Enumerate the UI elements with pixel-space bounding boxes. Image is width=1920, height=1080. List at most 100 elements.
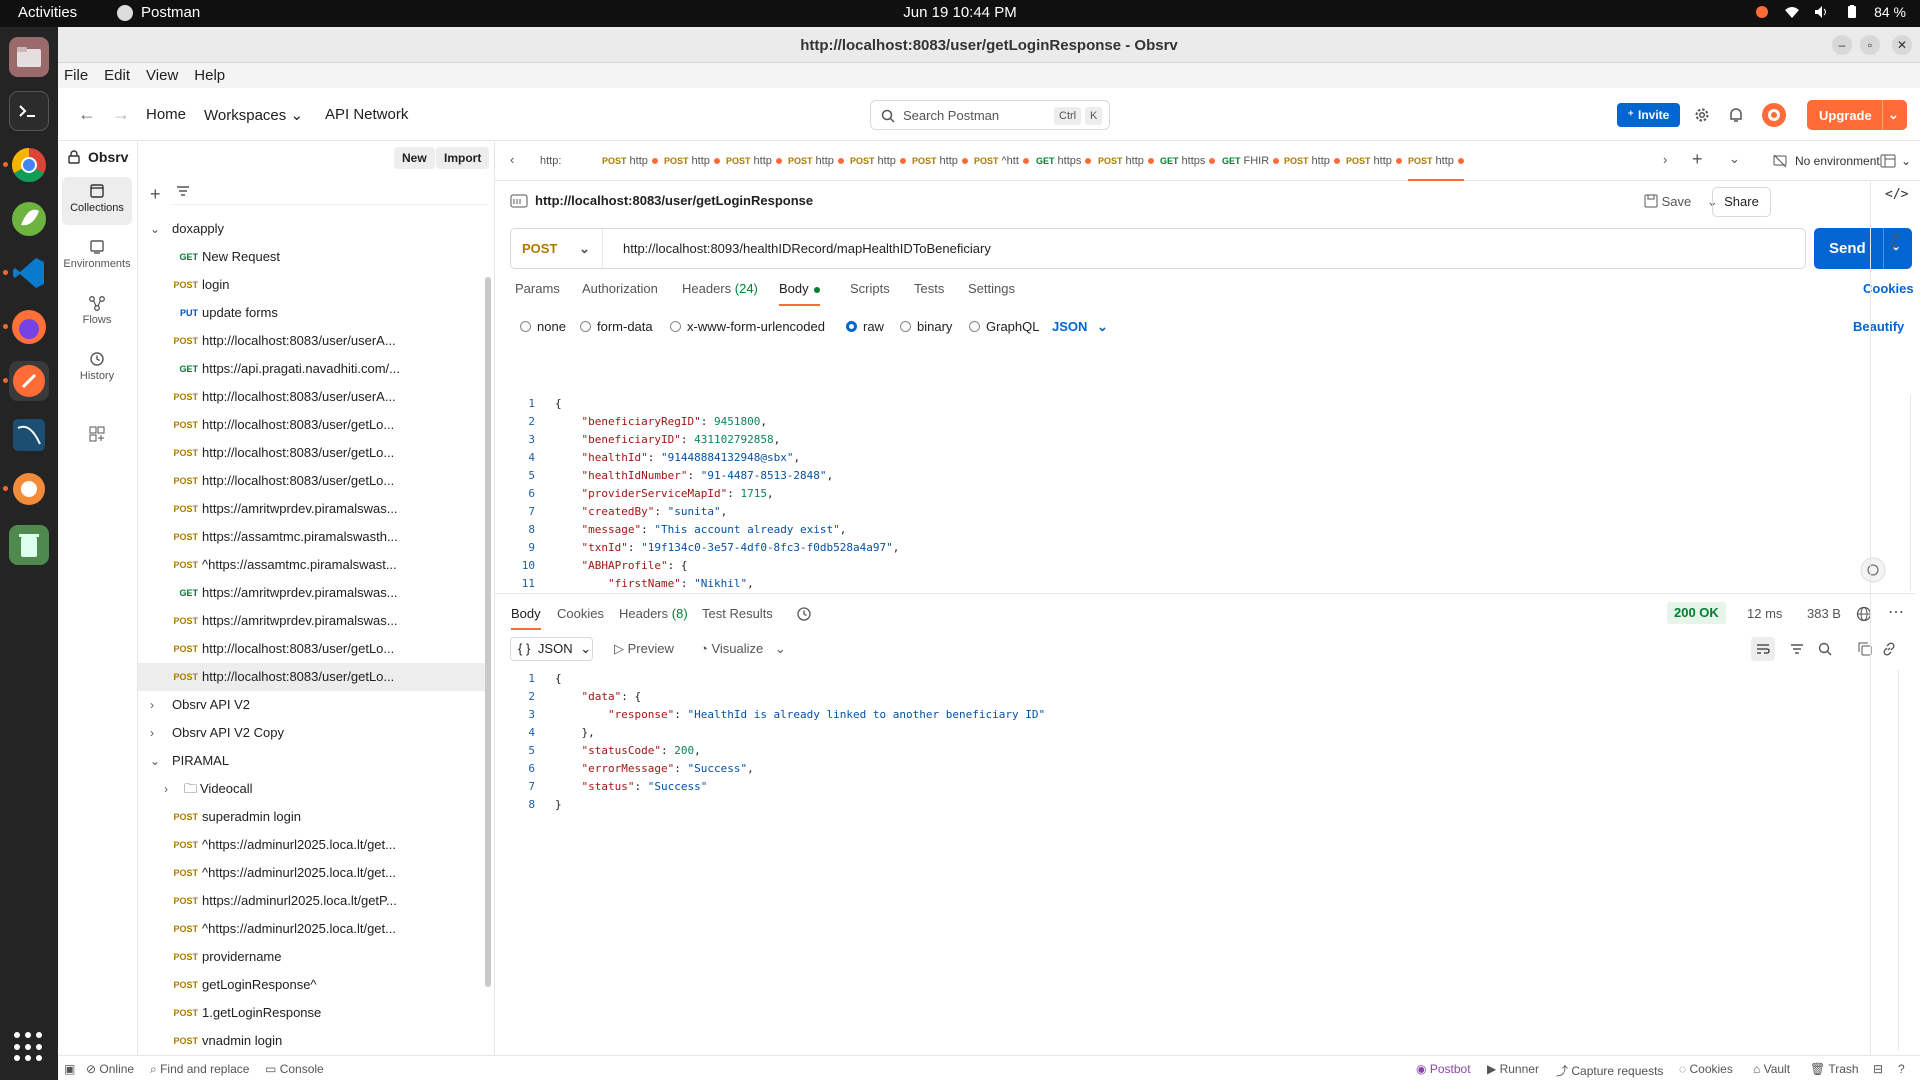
request-tab[interactable]: POST http	[664, 141, 720, 181]
collection-item[interactable]: ⌄ PIRAMAL	[138, 747, 488, 775]
request-tab[interactable]: POST http	[788, 141, 844, 181]
url-input[interactable]: http://localhost:8093/healthIDRecord/map…	[623, 241, 991, 256]
system-tray[interactable]: 84 %	[1754, 4, 1906, 20]
request-item[interactable]: POST ^https://adminurl2025.loca.lt/get...	[138, 859, 488, 887]
upgrade-button[interactable]: Upgrade ⌄	[1807, 100, 1907, 130]
request-item[interactable]: POST https://adminurl2025.loca.lt/getP...	[138, 887, 488, 915]
body-type-graphql[interactable]: GraphQL	[969, 319, 1039, 334]
request-tab[interactable]: POST http	[602, 141, 658, 181]
back-arrow-icon[interactable]: ←	[78, 104, 96, 125]
request-item[interactable]: POST providername	[138, 943, 488, 971]
request-item[interactable]: POST vnadmin login	[138, 1027, 488, 1055]
filter-response-icon[interactable]	[1790, 643, 1804, 655]
tab-headers[interactable]: Headers (24)	[682, 281, 758, 296]
layout-split-icon[interactable]: ⊟	[1873, 1062, 1883, 1076]
request-item[interactable]: POST http://localhost:8083/user/getLo...	[138, 635, 488, 663]
search-input[interactable]: Search Postman Ctrl K	[870, 100, 1110, 130]
api-network-link[interactable]: API Network	[325, 106, 408, 123]
tab-settings[interactable]: Settings	[968, 281, 1015, 296]
request-item[interactable]: POST http://localhost:8083/user/userA...	[138, 327, 488, 355]
chrome-app-icon[interactable]	[3, 145, 49, 185]
request-item[interactable]: PUT update forms	[138, 299, 488, 327]
tabs-scroll-right-icon[interactable]: ›	[1663, 152, 1667, 167]
body-type-raw[interactable]: raw	[846, 319, 884, 334]
request-tab[interactable]: POST http	[1098, 141, 1154, 181]
toggle-sidebar-icon[interactable]: ▣	[64, 1062, 75, 1076]
new-button[interactable]: New	[394, 147, 435, 169]
response-format-dropdown[interactable]: { } JSON ⌄	[510, 637, 593, 661]
tab-authorization[interactable]: Authorization	[582, 281, 658, 296]
request-item[interactable]: POST superadmin login	[138, 803, 488, 831]
related-collections-icon[interactable]	[1888, 233, 1902, 249]
show-apps-icon[interactable]	[14, 1032, 44, 1062]
minimize-icon[interactable]: –	[1832, 35, 1852, 55]
tabs-scroll-left-icon[interactable]: ‹	[510, 152, 514, 167]
chevron-right-icon[interactable]: ›	[150, 691, 154, 719]
workspace-header[interactable]: Obsrv	[68, 149, 128, 165]
request-item[interactable]: POST http://localhost:8083/user/userA...	[138, 383, 488, 411]
request-item[interactable]: POST ^https://assamtmc.piramalswast...	[138, 551, 488, 579]
collection-item[interactable]: › Obsrv API V2	[138, 691, 488, 719]
cookies-status-button[interactable]: ◌ Cookies	[1679, 1062, 1733, 1076]
request-item[interactable]: GET New Request	[138, 243, 488, 271]
request-tab[interactable]: GET FHIR	[1222, 141, 1280, 181]
body-format-dropdown[interactable]: JSON ⌄	[1052, 319, 1108, 335]
tab-body[interactable]: Body	[779, 281, 820, 306]
request-tab[interactable]: POST http	[726, 141, 782, 181]
rail-history[interactable]: History	[62, 345, 132, 393]
menu-file[interactable]: File	[64, 67, 88, 84]
request-item[interactable]: POST 1.getLoginResponse	[138, 999, 488, 1027]
wrap-lines-icon[interactable]	[1751, 637, 1775, 661]
request-item[interactable]: POST ^https://adminurl2025.loca.lt/get...	[138, 831, 488, 859]
environment-quicklook-icon[interactable]	[1880, 154, 1896, 168]
visualize-button[interactable]: ◔ Visualize ⌄	[700, 641, 786, 657]
request-tab[interactable]: POST http	[912, 141, 968, 181]
tab-tests[interactable]: Tests	[914, 281, 944, 296]
upgrade-chevron-icon[interactable]: ⌄	[1888, 107, 1899, 123]
request-item[interactable]: POST https://assamtmc.piramalswasth...	[138, 523, 488, 551]
chevron-down-icon[interactable]: ⌄	[150, 215, 160, 243]
tab-scripts[interactable]: Scripts	[850, 281, 890, 296]
files-app-icon[interactable]	[9, 37, 49, 77]
request-title[interactable]: http://localhost:8083/user/getLoginRespo…	[535, 193, 813, 208]
request-tab[interactable]: GET https	[1160, 141, 1216, 181]
console-button[interactable]: ▭ Console	[265, 1062, 324, 1076]
activities-button[interactable]: Activities	[18, 4, 77, 21]
postbot-button[interactable]: ◉ Postbot	[1416, 1062, 1471, 1076]
new-tab-icon[interactable]: +	[1692, 149, 1703, 170]
response-body-viewer[interactable]: 1{2 "data": {3 "response": "HealthId is …	[505, 670, 1895, 1050]
add-collection-icon[interactable]: +	[150, 184, 161, 205]
body-type-binary[interactable]: binary	[900, 319, 952, 334]
postman-dock-icon[interactable]	[3, 361, 49, 401]
request-item[interactable]: GET https://amritwprdev.piramalswas...	[138, 579, 488, 607]
runner-button[interactable]: ▶ Runner	[1487, 1062, 1539, 1076]
save-button[interactable]: Save ⌄	[1644, 187, 1718, 217]
request-item[interactable]: POST http://localhost:8083/user/getLo...	[138, 467, 488, 495]
menu-help[interactable]: Help	[194, 67, 225, 84]
response-history-icon[interactable]	[796, 606, 812, 622]
menu-edit[interactable]: Edit	[104, 67, 130, 84]
find-replace-button[interactable]: ⌕ Find and replace	[150, 1062, 249, 1077]
request-item[interactable]: POST https://amritwprdev.piramalswas...	[138, 607, 488, 635]
response-tab-headers[interactable]: Headers (8)	[619, 606, 688, 621]
preview-button[interactable]: ▷ Preview	[614, 641, 674, 657]
request-tab[interactable]: POST http	[1408, 141, 1464, 181]
response-tab-cookies[interactable]: Cookies	[557, 606, 604, 621]
settings-gear-icon[interactable]	[1694, 107, 1710, 123]
vscode-app-icon[interactable]	[3, 253, 49, 293]
search-response-icon[interactable]	[1818, 642, 1832, 656]
response-tab-test-results[interactable]: Test Results	[702, 606, 773, 621]
request-item[interactable]: POST ^https://adminurl2025.loca.lt/get...	[138, 915, 488, 943]
home-link[interactable]: Home	[146, 106, 186, 123]
body-type-form-data[interactable]: form-data	[580, 319, 653, 334]
request-tab[interactable]: GET https	[1036, 141, 1092, 181]
avatar[interactable]	[1761, 102, 1787, 128]
mysql-workbench-app-icon[interactable]	[9, 415, 49, 455]
body-type-none[interactable]: none	[520, 319, 566, 334]
body-type-urlencoded[interactable]: x-www-form-urlencoded	[670, 319, 825, 334]
code-snippet-icon[interactable]: </>	[1885, 187, 1908, 202]
tabs-overflow-chevron-icon[interactable]: ⌄	[1729, 151, 1740, 167]
status-badge[interactable]: 200 OK	[1667, 602, 1726, 624]
firefox-app-icon[interactable]	[3, 307, 49, 347]
app-menu[interactable]: Postman	[117, 4, 200, 21]
